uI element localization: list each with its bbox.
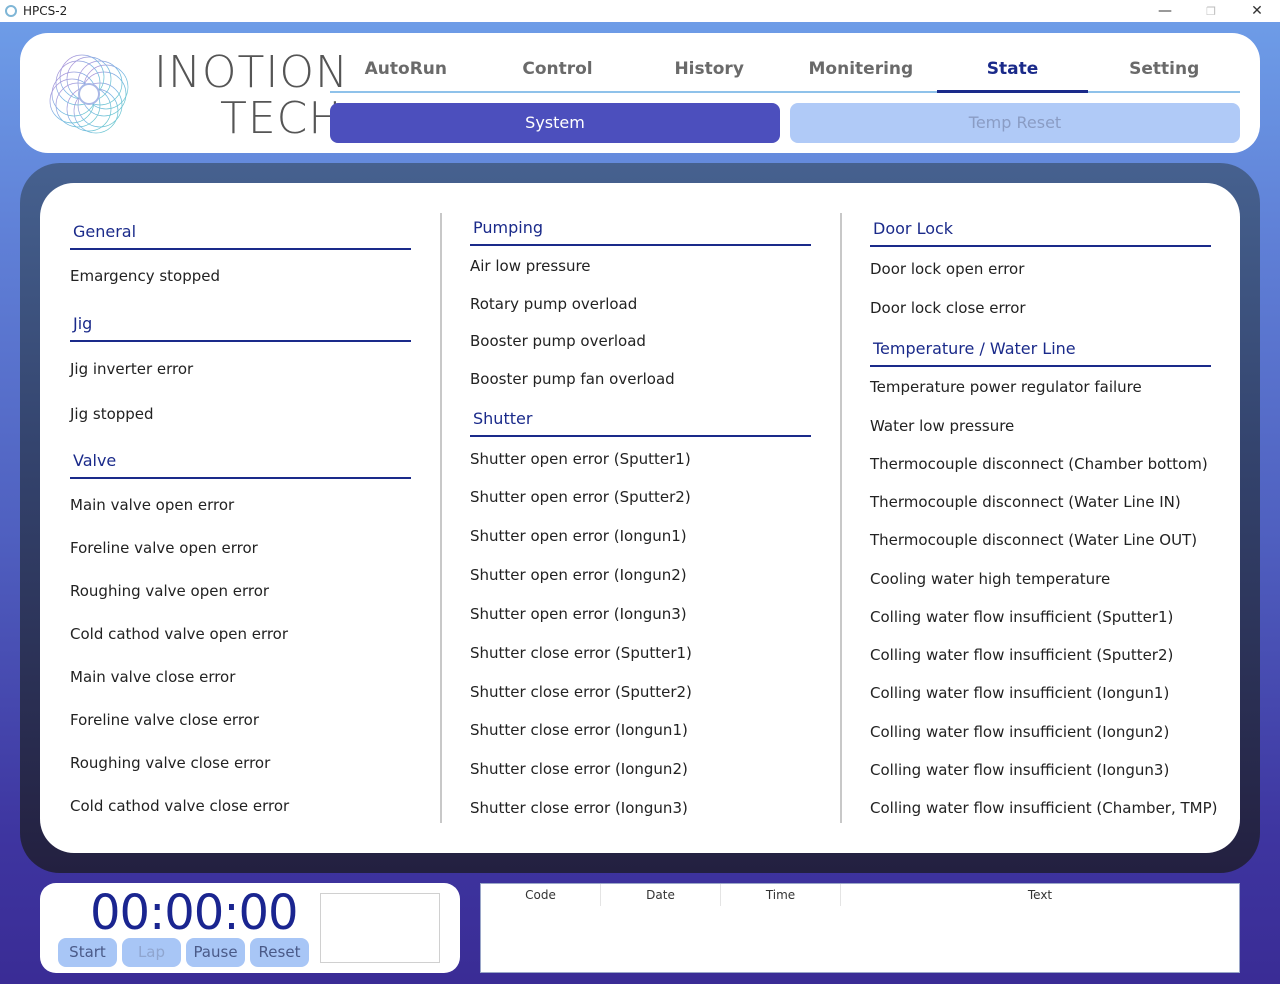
state-item: Shutter close error (Iongun3) bbox=[470, 799, 688, 817]
state-item: Jig inverter error bbox=[70, 360, 194, 378]
state-item: Shutter close error (Sputter2) bbox=[470, 683, 692, 701]
state-item: Foreline valve open error bbox=[70, 539, 258, 557]
main-tabs: AutoRun Control History Monitering State… bbox=[330, 53, 1240, 93]
log-column-date[interactable]: Date bbox=[601, 884, 721, 906]
state-item: Thermocouple disconnect (Water Line IN) bbox=[870, 493, 1181, 511]
close-icon[interactable]: ✕ bbox=[1234, 0, 1280, 22]
lap-list-box bbox=[320, 893, 440, 963]
state-item: Colling water flow insufficient (Iongun2… bbox=[870, 723, 1170, 741]
section-title-door-lock: Door Lock bbox=[870, 217, 1211, 247]
alarm-log-table[interactable]: Code Date Time Text bbox=[480, 883, 1240, 973]
section-title-shutter: Shutter bbox=[470, 407, 811, 437]
header-panel: INOTION TECH AutoRun Control History Mon… bbox=[20, 33, 1260, 153]
state-item: Booster pump fan overload bbox=[470, 370, 675, 388]
state-item: Main valve close error bbox=[70, 668, 236, 686]
state-item: Temperature power regulator failure bbox=[870, 378, 1142, 396]
state-item: Shutter open error (Sputter2) bbox=[470, 488, 691, 506]
column-divider bbox=[840, 213, 842, 823]
state-item: Colling water flow insufficient (Chamber… bbox=[870, 799, 1218, 817]
state-item: Main valve open error bbox=[70, 496, 235, 514]
state-item: Water low pressure bbox=[870, 417, 1015, 435]
tab-state[interactable]: State bbox=[936, 53, 1089, 93]
stopwatch-panel: 00:00:00 Start Lap Pause Reset bbox=[40, 883, 460, 973]
title-bar: HPCS-2 — ❐ ✕ bbox=[0, 0, 1280, 22]
pause-button[interactable]: Pause bbox=[186, 938, 245, 967]
window-controls: — ❐ ✕ bbox=[1142, 0, 1280, 22]
state-item: Colling water flow insufficient (Iongun3… bbox=[870, 761, 1170, 779]
column-divider bbox=[440, 213, 442, 823]
state-item: Thermocouple disconnect (Chamber bottom) bbox=[870, 455, 1208, 473]
sub-tabs: System Temp Reset bbox=[330, 103, 1240, 143]
state-item: Shutter open error (Iongun3) bbox=[470, 605, 687, 623]
logo-text: INOTION TECH bbox=[154, 47, 349, 144]
state-item: Shutter close error (Iongun1) bbox=[470, 721, 688, 739]
restore-icon[interactable]: ❐ bbox=[1188, 0, 1234, 22]
state-item: Shutter close error (Sputter1) bbox=[470, 644, 692, 662]
company-logo: INOTION TECH bbox=[44, 49, 348, 141]
log-column-text[interactable]: Text bbox=[841, 884, 1239, 906]
app-icon bbox=[5, 5, 17, 17]
logo-spirograph-icon bbox=[49, 54, 129, 134]
tab-setting[interactable]: Setting bbox=[1088, 53, 1240, 91]
state-item: Air low pressure bbox=[470, 257, 591, 275]
lap-button[interactable]: Lap bbox=[122, 938, 181, 967]
state-item: Thermocouple disconnect (Water Line OUT) bbox=[870, 531, 1198, 549]
state-item: Emargency stopped bbox=[70, 267, 220, 285]
state-item: Colling water flow insufficient (Sputter… bbox=[870, 646, 1174, 664]
system-button[interactable]: System bbox=[330, 103, 780, 143]
state-item: Shutter close error (Iongun2) bbox=[470, 760, 688, 778]
start-button[interactable]: Start bbox=[58, 938, 117, 967]
state-panel: General Emargency stopped Jig Jig invert… bbox=[40, 183, 1240, 853]
section-title-temperature: Temperature / Water Line bbox=[870, 337, 1211, 367]
minimize-icon[interactable]: — bbox=[1142, 0, 1188, 22]
state-item: Rotary pump overload bbox=[470, 295, 638, 313]
state-item: Cold cathod valve close error bbox=[70, 797, 290, 815]
tab-autorun[interactable]: AutoRun bbox=[330, 53, 482, 91]
section-title-pumping: Pumping bbox=[470, 216, 811, 246]
state-item: Cooling water high temperature bbox=[870, 570, 1111, 588]
log-table-header: Code Date Time Text bbox=[481, 884, 1239, 906]
state-item: Shutter open error (Iongun2) bbox=[470, 566, 687, 584]
state-item: Colling water flow insufficient (Iongun1… bbox=[870, 684, 1170, 702]
section-title-valve: Valve bbox=[70, 449, 411, 479]
state-item: Roughing valve close error bbox=[70, 754, 271, 772]
stopwatch-display: 00:00:00 bbox=[90, 885, 299, 941]
tab-history[interactable]: History bbox=[633, 53, 785, 91]
state-item: Jig stopped bbox=[70, 405, 154, 423]
log-column-code[interactable]: Code bbox=[481, 884, 601, 906]
section-title-general: General bbox=[70, 220, 411, 250]
tab-control[interactable]: Control bbox=[482, 53, 634, 91]
window-title: HPCS-2 bbox=[23, 4, 68, 18]
section-title-jig: Jig bbox=[70, 312, 411, 342]
state-item: Foreline valve close error bbox=[70, 711, 260, 729]
state-item: Roughing valve open error bbox=[70, 582, 270, 600]
state-item: Cold cathod valve open error bbox=[70, 625, 289, 643]
state-item: Colling water flow insufficient (Sputter… bbox=[870, 608, 1174, 626]
state-item: Door lock open error bbox=[870, 260, 1025, 278]
state-item: Booster pump overload bbox=[470, 332, 646, 350]
temp-reset-button[interactable]: Temp Reset bbox=[790, 103, 1240, 143]
state-item: Shutter open error (Iongun1) bbox=[470, 527, 687, 545]
state-item: Shutter open error (Sputter1) bbox=[470, 450, 691, 468]
tab-monitering[interactable]: Monitering bbox=[785, 53, 937, 91]
log-column-time[interactable]: Time bbox=[721, 884, 841, 906]
state-item: Door lock close error bbox=[870, 299, 1026, 317]
reset-button[interactable]: Reset bbox=[250, 938, 309, 967]
